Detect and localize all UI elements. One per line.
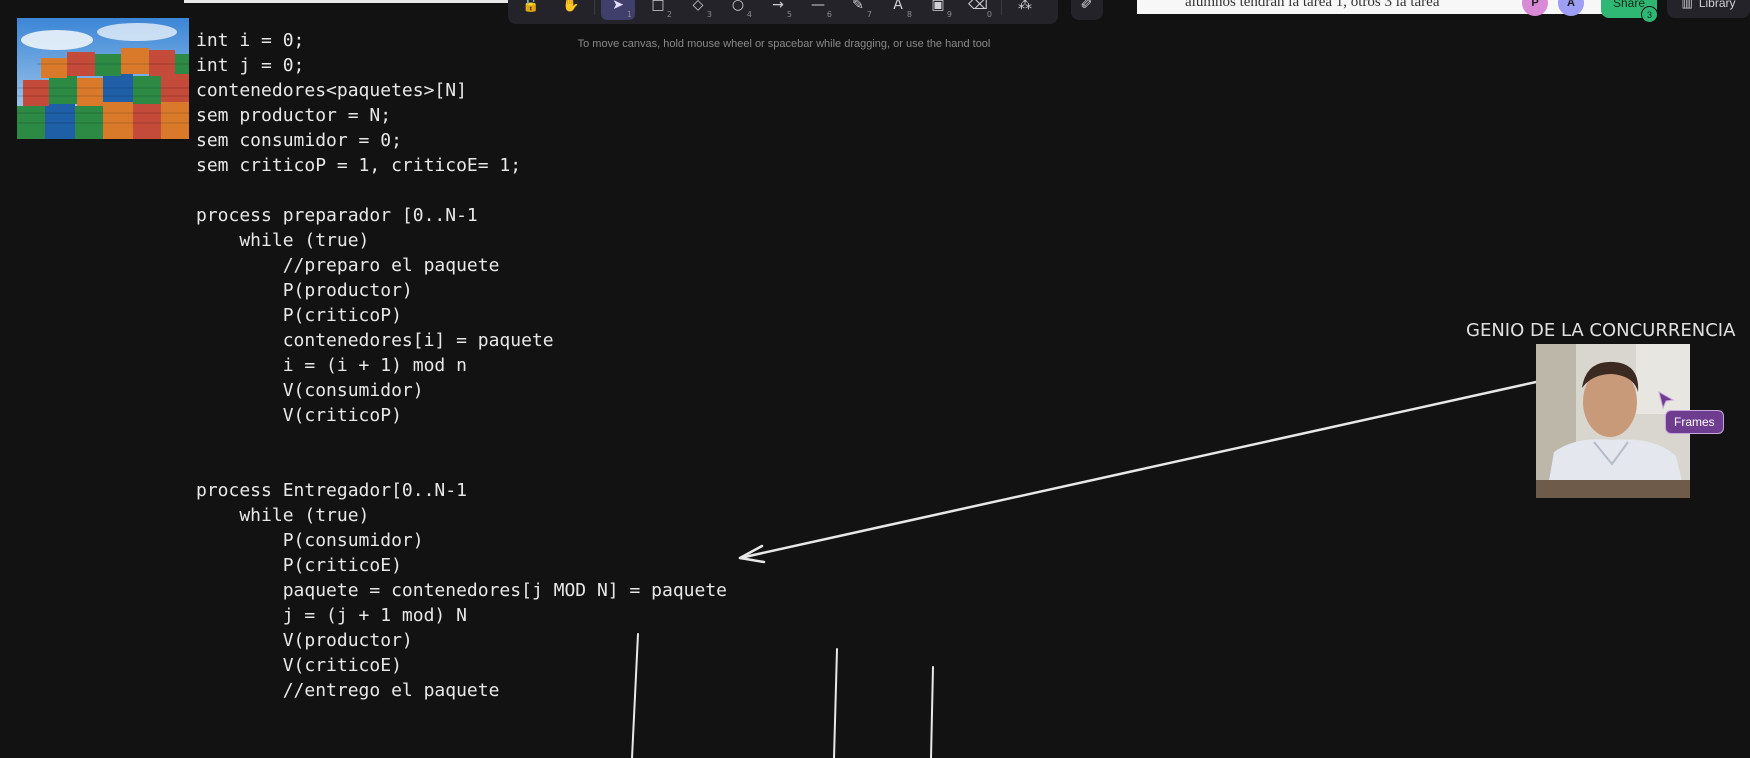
draw-tool-button[interactable]: ✎ 7: [841, 0, 875, 20]
shortcut-key: 1: [626, 10, 632, 19]
text-icon: A: [893, 0, 903, 13]
excalidraw-canvas[interactable]: int i = 0; int j = 0; contenedores<paquete…: [0, 0, 1750, 758]
library-button[interactable]: ▥ Library: [1667, 0, 1750, 18]
shortcut-key: 5: [786, 10, 792, 19]
selection-icon: ➤: [612, 0, 624, 13]
share-count-badge: 3: [1641, 6, 1658, 23]
arrow-shape[interactable]: [738, 380, 1538, 560]
more-tools-icon: ⁂: [1018, 0, 1032, 13]
collaborator-name-tag: Frames: [1665, 410, 1724, 434]
shortcut-key: 4: [746, 10, 752, 19]
lock-icon: 🔓: [522, 0, 540, 13]
library-label: Library: [1698, 0, 1736, 10]
line-shape[interactable]: [930, 666, 934, 758]
arrow-tool-button[interactable]: → 5: [761, 0, 795, 20]
share-label: Share: [1612, 0, 1646, 10]
rectangle-tool-button[interactable]: □ 2: [641, 0, 675, 20]
avatar-initial: P: [1531, 0, 1539, 9]
laser-pointer-button[interactable]: ✐: [1071, 0, 1103, 20]
shortcut-key: 3: [706, 10, 712, 19]
shortcut-key: 0: [986, 10, 992, 19]
shortcut-key: 7: [866, 10, 872, 19]
image-icon: ▣: [931, 0, 945, 13]
shortcut-key: 6: [826, 10, 832, 19]
selection-tool-button[interactable]: ➤ 1: [601, 0, 635, 20]
draw-icon: ✎: [852, 0, 864, 13]
more-tools-tool-button[interactable]: ⁂: [1008, 0, 1042, 20]
shortcut-key: 9: [946, 10, 952, 19]
image-tool-button[interactable]: ▣ 9: [921, 0, 955, 20]
shortcut-key: 8: [906, 10, 912, 19]
hand-icon: ✋: [562, 0, 580, 13]
lock-tool-button[interactable]: 🔓: [514, 0, 548, 20]
library-icon: ▥: [1681, 0, 1693, 10]
line-shape[interactable]: [631, 633, 639, 758]
eraser-icon: ⌫: [968, 0, 988, 13]
shortcut-key: 2: [666, 10, 672, 19]
genio-title-text[interactable]: GENIO DE LA CONCURRENCIA: [1466, 320, 1735, 341]
line-tool-button[interactable]: —6: [801, 0, 835, 20]
line-shape[interactable]: [833, 648, 838, 758]
ellipse-tool-button[interactable]: ○ 4: [721, 0, 755, 20]
ellipse-icon: ○: [731, 0, 745, 13]
rectangle-icon: □: [651, 0, 665, 13]
shapes-toolbar: 🔓 ✋ ➤ 1 □ 2 ◇ 3 ○ 4 → 5—6 ✎ 7 A 8 ▣ 9 ⌫ 0 ⁂: [508, 0, 1058, 24]
arrow-icon: →: [772, 0, 784, 13]
toolbar-separator: [1001, 0, 1002, 15]
diamond-tool-button[interactable]: ◇ 3: [681, 0, 715, 20]
hand-tool-button[interactable]: ✋: [554, 0, 588, 20]
line-icon: —: [811, 0, 825, 13]
canvas-hint-text: To move canvas, hold mouse wheel or spac…: [577, 38, 991, 50]
toolbar-separator: [594, 0, 595, 15]
avatar-initial: A: [1567, 0, 1575, 9]
drawn-shapes: [631, 380, 1538, 758]
text-tool-button[interactable]: A8: [881, 0, 915, 20]
diamond-icon: ◇: [692, 0, 704, 13]
eraser-tool-button[interactable]: ⌫ 0: [961, 0, 995, 20]
laser-pointer-icon: ✐: [1080, 0, 1094, 13]
